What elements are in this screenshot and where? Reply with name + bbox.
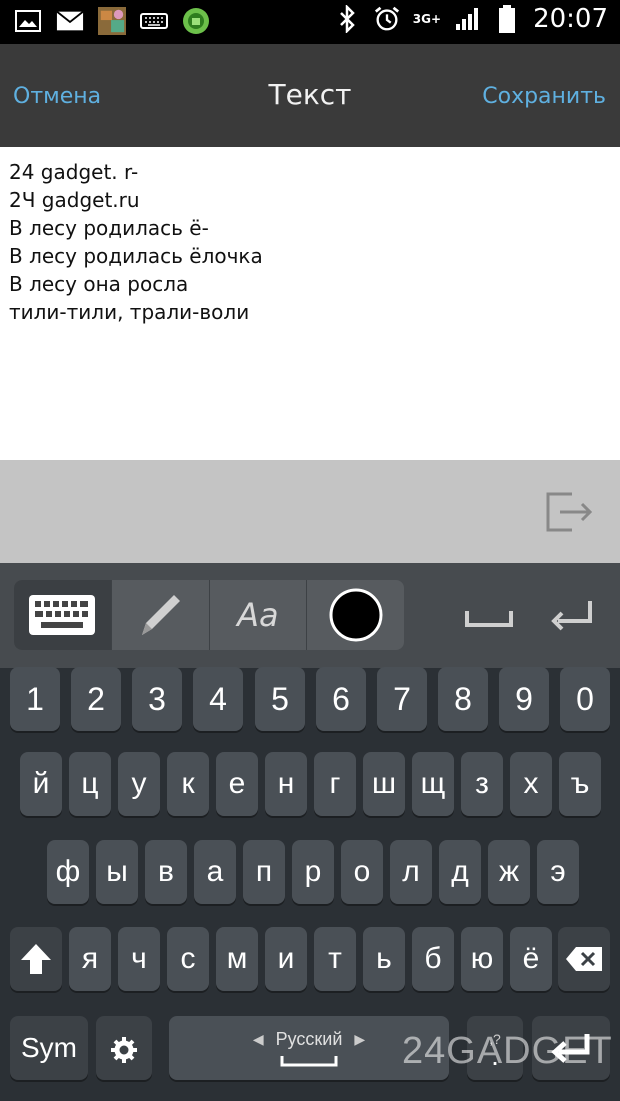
keyboard: Aa 1 2 3 4 5 6 7 8 9 0 й ц у к е н г ш щ… [0, 563, 620, 1101]
color-circle-icon [329, 588, 383, 642]
key-letter[interactable]: я [69, 927, 111, 991]
key-letter[interactable]: у [118, 752, 160, 816]
key-letter[interactable]: л [390, 840, 432, 904]
key-letter[interactable]: ы [96, 840, 138, 904]
key-letter[interactable]: ж [488, 840, 530, 904]
handwriting-mode-button[interactable] [112, 580, 210, 650]
space-icon [280, 1055, 338, 1066]
key-letter[interactable]: э [537, 840, 579, 904]
toolbar-band [0, 460, 620, 563]
key-letter[interactable]: д [439, 840, 481, 904]
color-picker-button[interactable] [307, 580, 404, 650]
key-letter[interactable]: ъ [559, 752, 601, 816]
system-icons: 3G+ 20:07 [333, 4, 608, 34]
key-9[interactable]: 9 [499, 667, 549, 731]
text-line: 2Ч gadget.ru [9, 188, 140, 212]
font-style-label: Aa [237, 596, 279, 634]
settings-key[interactable] [96, 1016, 152, 1080]
key-8[interactable]: 8 [438, 667, 488, 731]
app-thumbnail-icon [98, 7, 126, 35]
key-letter[interactable]: е [216, 752, 258, 816]
key-letter[interactable]: ё [510, 927, 552, 991]
action-bar: Отмена Текст Сохранить [0, 44, 620, 147]
language-label: Русский [275, 1028, 343, 1049]
gear-icon [111, 1037, 137, 1063]
key-letter[interactable]: ш [363, 752, 405, 816]
key-letter[interactable]: х [510, 752, 552, 816]
text-line: В лесу она росла [9, 272, 189, 296]
status-bar: 3G+ 20:07 [0, 0, 620, 44]
key-3[interactable]: 3 [132, 667, 182, 731]
shift-arrow-icon [21, 944, 51, 974]
key-letter[interactable]: ф [47, 840, 89, 904]
key-letter[interactable]: с [167, 927, 209, 991]
key-letter[interactable]: н [265, 752, 307, 816]
key-5[interactable]: 5 [255, 667, 305, 731]
input-mode-group: Aa [14, 580, 404, 650]
key-letter[interactable]: п [243, 840, 285, 904]
keyboard-mode-button[interactable] [14, 580, 112, 650]
key-letter[interactable]: б [412, 927, 454, 991]
watermark: 24GADGET [402, 1030, 613, 1072]
text-line: В лесу родилась ё- [9, 216, 209, 240]
notification-icons [14, 7, 210, 35]
key-letter[interactable]: ч [118, 927, 160, 991]
key-letter[interactable]: ц [69, 752, 111, 816]
key-letter[interactable]: т [314, 927, 356, 991]
key-letter[interactable]: и [265, 927, 307, 991]
text-line: В лесу родилась ёлочка [9, 244, 263, 268]
editor-text[interactable]: 24 gadget. r- 2Ч gadget.ru В лесу родила… [0, 158, 263, 326]
key-4[interactable]: 4 [193, 667, 243, 731]
key-letter[interactable]: р [292, 840, 334, 904]
key-7[interactable]: 7 [377, 667, 427, 731]
key-letter[interactable]: м [216, 927, 258, 991]
keyboard-icon [140, 7, 168, 35]
clock: 20:07 [533, 4, 608, 34]
text-line: тили-тили, трали-воли [9, 300, 250, 324]
android-shield-icon [182, 7, 210, 35]
key-6[interactable]: 6 [316, 667, 366, 731]
bluetooth-icon [333, 5, 361, 33]
sym-key[interactable]: Sym [10, 1016, 88, 1080]
keyboard-icon [29, 595, 96, 635]
picture-icon [14, 7, 42, 35]
space-icon[interactable] [464, 603, 514, 633]
backspace-icon [566, 947, 602, 971]
key-letter[interactable]: г [314, 752, 356, 816]
network-type: 3G+ [412, 12, 442, 26]
font-style-button[interactable]: Aa [210, 580, 308, 650]
pen-icon [142, 595, 181, 635]
text-line: 24 gadget. r- [9, 160, 139, 184]
signal-icon [453, 5, 481, 33]
shift-key[interactable] [10, 927, 62, 991]
key-2[interactable]: 2 [71, 667, 121, 731]
key-1[interactable]: 1 [10, 667, 60, 731]
battery-icon [493, 5, 521, 33]
left-arrow-icon: ◀ [252, 1030, 264, 1047]
return-icon[interactable] [548, 597, 594, 631]
key-letter[interactable]: ю [461, 927, 503, 991]
alarm-icon [373, 5, 401, 33]
backspace-key[interactable] [558, 927, 610, 991]
keyboard-mode-bar: Aa [0, 563, 620, 668]
key-letter[interactable]: а [194, 840, 236, 904]
key-letter[interactable]: й [20, 752, 62, 816]
mail-icon [56, 7, 84, 35]
key-letter[interactable]: з [461, 752, 503, 816]
right-arrow-icon: ▶ [354, 1030, 366, 1047]
key-letter[interactable]: щ [412, 752, 454, 816]
key-0[interactable]: 0 [560, 667, 610, 731]
key-letter[interactable]: ь [363, 927, 405, 991]
text-editor[interactable]: 24 gadget. r- 2Ч gadget.ru В лесу родила… [0, 147, 620, 460]
save-button[interactable]: Сохранить [482, 84, 606, 109]
key-letter[interactable]: в [145, 840, 187, 904]
export-icon[interactable] [542, 488, 598, 536]
key-letter[interactable]: о [341, 840, 383, 904]
key-letter[interactable]: к [167, 752, 209, 816]
